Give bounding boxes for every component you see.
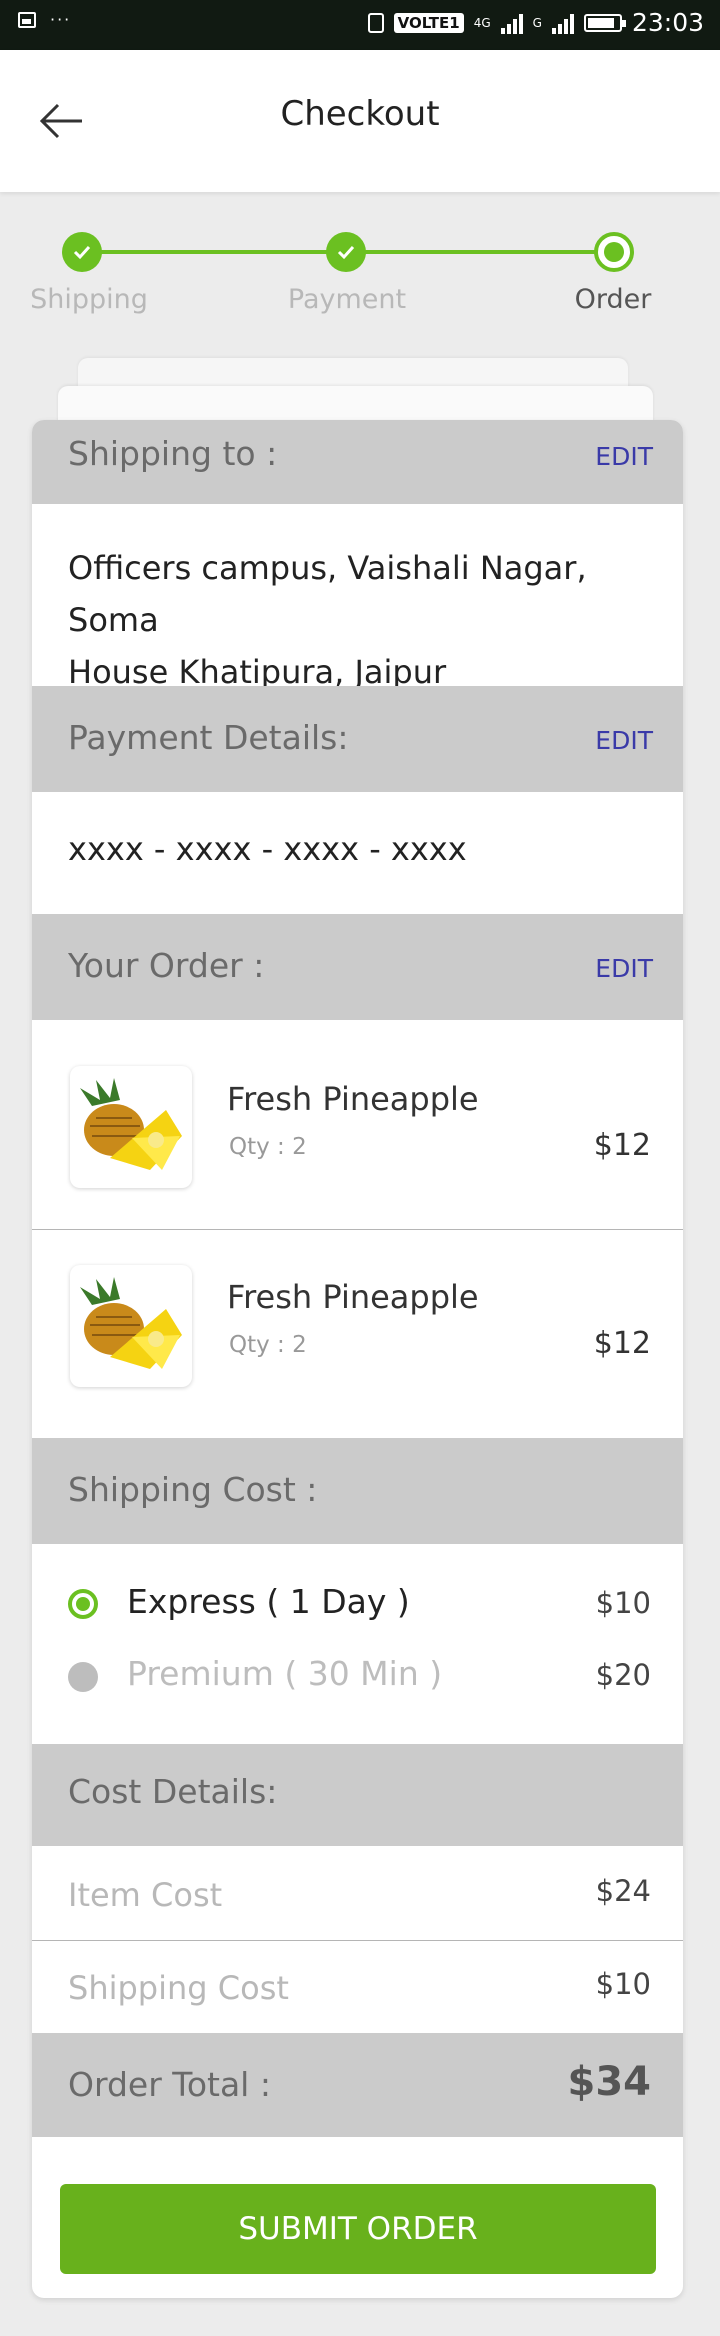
item-quantity: Qty : 2 [229, 1332, 307, 1358]
payment-section-header: Payment Details: EDIT [32, 686, 683, 792]
shipping-cost-row: Shipping Cost $10 [32, 1941, 683, 2033]
cost-details-section-header: Cost Details: [32, 1744, 683, 1846]
section-title: Shipping to : [68, 434, 278, 473]
item-price: $12 [593, 1326, 651, 1361]
order-item: Fresh Pineapple Qty : 2 $12 [32, 1230, 683, 1430]
section-title: Payment Details: [68, 718, 349, 757]
step-connector [82, 250, 352, 254]
edit-order-link[interactable]: EDIT [595, 954, 653, 983]
shipping-cost-label: Shipping Cost [68, 1969, 289, 2007]
order-total-row: Order Total : $34 [32, 2033, 683, 2137]
shipping-option-label: Express ( 1 Day ) [127, 1582, 410, 1621]
check-icon [326, 232, 366, 272]
item-cost-row: Item Cost $24 [32, 1846, 683, 1940]
step-label-shipping: Shipping [30, 284, 148, 315]
check-icon [62, 232, 102, 272]
order-item: Fresh Pineapple Qty : 2 $12 [32, 1020, 683, 1220]
shipping-option-express[interactable]: Express ( 1 Day ) $10 [32, 1574, 683, 1634]
order-summary-card: Shipping to : EDIT Officers campus, Vais… [32, 420, 683, 2298]
current-step-indicator [594, 232, 634, 272]
more-notifications-icon: ··· [50, 10, 72, 29]
section-title: Cost Details: [68, 1772, 278, 1811]
shipping-address: Officers campus, Vaishali Nagar, Soma Ho… [68, 542, 658, 698]
item-price: $12 [593, 1128, 651, 1163]
radio-unselected-icon[interactable] [68, 1662, 98, 1692]
app-header: Checkout [0, 50, 720, 192]
shipping-section-header: Shipping to : EDIT [32, 420, 683, 504]
step-label-order: Order [574, 284, 652, 315]
item-name: Fresh Pineapple [227, 1080, 479, 1118]
sim2-network-label: G [532, 15, 542, 30]
masked-card-number: xxxx - xxxx - xxxx - xxxx [68, 830, 467, 868]
status-bar: ··· VOLTE1 4G G 23:03 [0, 0, 720, 50]
image-notification-icon [18, 12, 36, 28]
step-label-payment: Payment [287, 284, 407, 315]
shipping-option-premium[interactable]: Premium ( 30 Min ) $20 [32, 1648, 683, 1708]
submit-order-button[interactable]: SUBMIT ORDER [60, 2184, 656, 2274]
shipping-cost-section-header: Shipping Cost : [32, 1438, 683, 1544]
item-name: Fresh Pineapple [227, 1278, 479, 1316]
order-section-header: Your Order : EDIT [32, 914, 683, 1020]
section-title: Your Order : [68, 946, 265, 985]
shipping-cost-value: $10 [595, 1967, 651, 2001]
order-total-value: $34 [567, 2059, 652, 2105]
signal-icon [500, 12, 523, 34]
address-line: Officers campus, Vaishali Nagar, Soma [68, 549, 587, 639]
section-title: Shipping Cost : [68, 1470, 318, 1509]
item-cost-value: $24 [595, 1874, 651, 1908]
pineapple-image [70, 1066, 192, 1188]
volte-badge: VOLTE1 [393, 12, 464, 33]
signal-icon-2 [551, 12, 574, 34]
edit-payment-link[interactable]: EDIT [595, 726, 653, 755]
shipping-option-label: Premium ( 30 Min ) [127, 1654, 443, 1693]
edit-shipping-link[interactable]: EDIT [595, 442, 653, 471]
shipping-option-price: $20 [595, 1658, 651, 1692]
step-connector [346, 250, 616, 254]
page-title: Checkout [280, 94, 440, 134]
item-cost-label: Item Cost [68, 1876, 223, 1914]
clock: 23:03 [631, 8, 704, 37]
sim1-network-label: 4G [473, 15, 491, 30]
vibrate-icon [367, 12, 384, 33]
order-total-label: Order Total : [68, 2065, 271, 2104]
battery-icon [583, 13, 626, 32]
item-quantity: Qty : 2 [229, 1134, 307, 1160]
radio-selected-icon[interactable] [68, 1589, 98, 1619]
checkout-stepper: Shipping Payment Order [0, 226, 720, 326]
shipping-option-price: $10 [595, 1586, 651, 1620]
pineapple-image [70, 1265, 192, 1387]
